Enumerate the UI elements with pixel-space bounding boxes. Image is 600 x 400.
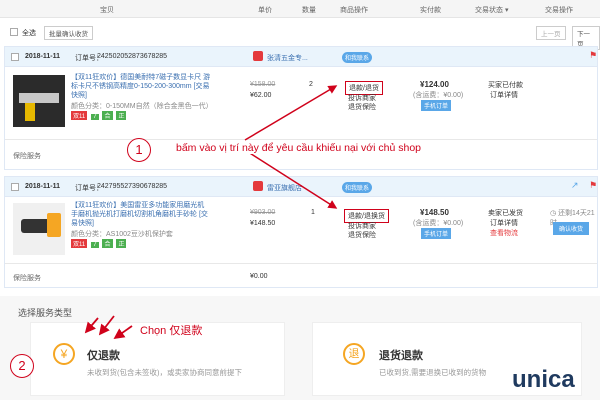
arrow-to-refund-1 <box>244 85 338 141</box>
step-2-marker: 2 <box>10 354 34 378</box>
annotation-arrows <box>84 85 338 340</box>
unica-watermark: unica <box>512 366 575 394</box>
arrow-to-refund-2 <box>244 149 338 209</box>
step-2-instruction: Chọn 仅退款 <box>140 325 203 337</box>
step-1-marker: 1 <box>127 138 151 162</box>
step-1-instruction: bấm vào vị trí này để yêu cầu khiếu nại … <box>174 142 424 154</box>
watermark-text: unica <box>512 366 575 393</box>
arrow-to-option-3 <box>113 325 133 340</box>
arrow-to-option-1 <box>84 317 99 334</box>
arrow-to-option-2 <box>98 315 115 336</box>
